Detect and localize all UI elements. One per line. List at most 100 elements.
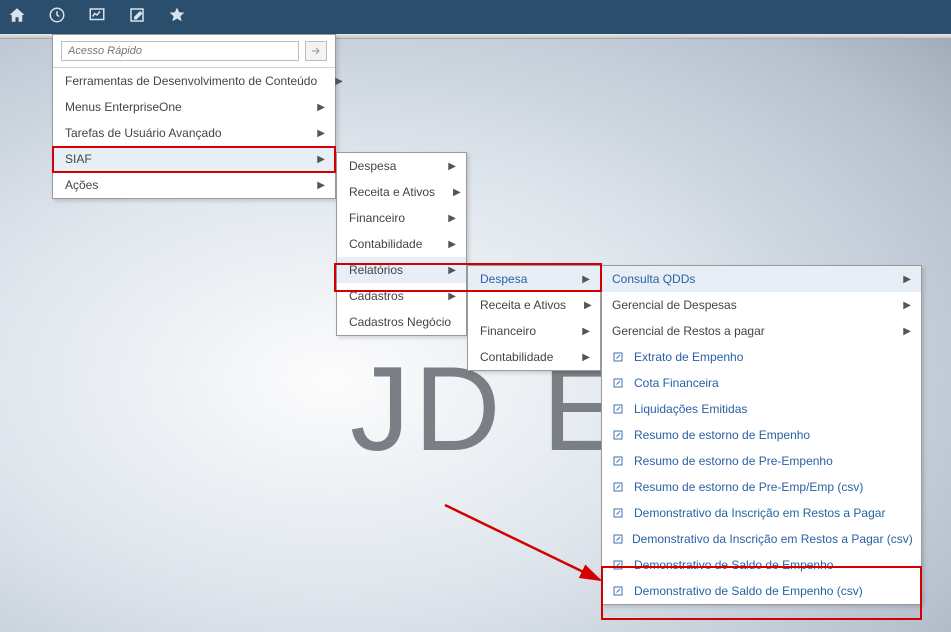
menu4-item-demo-inscricao-restos-csv[interactable]: Demonstrativo da Inscrição em Restos a P…: [602, 526, 921, 552]
menu-item-label: Gerencial de Despesas: [612, 298, 885, 312]
menu3-item-despesa[interactable]: Despesa ▶: [468, 266, 600, 292]
menu-item-label: Contabilidade: [480, 350, 564, 364]
menu-item-label: Financeiro: [349, 211, 430, 225]
menu4-item-liquidacoes[interactable]: Liquidações Emitidas: [602, 396, 921, 422]
quick-access-row: [53, 35, 335, 68]
menu4-item-gerencial-despesas[interactable]: Gerencial de Despesas ▶: [602, 292, 921, 318]
menu-item-label: Cota Financeira: [634, 376, 911, 390]
top-toolbar: [0, 0, 951, 34]
report-icon: [612, 481, 626, 493]
chevron-right-icon: ▶: [582, 274, 590, 285]
report-icon: [612, 377, 626, 389]
menu2-item-despesa[interactable]: Despesa ▶: [337, 153, 466, 179]
report-icon: [612, 533, 624, 545]
menu4-item-consulta-qdds[interactable]: Consulta QDDs ▶: [602, 266, 921, 292]
menu-level-2: Despesa ▶ Receita e Ativos ▶ Financeiro …: [336, 152, 467, 336]
menu-item-label: Receita e Ativos: [480, 298, 566, 312]
menu-item-label: Demonstrativo de Saldo de Empenho (csv): [634, 584, 911, 598]
quick-access-go-button[interactable]: [305, 41, 327, 61]
menu3-item-receita[interactable]: Receita e Ativos ▶: [468, 292, 600, 318]
red-arrow-annotation: [440, 500, 620, 600]
menu4-item-gerencial-restos[interactable]: Gerencial de Restos a pagar ▶: [602, 318, 921, 344]
chevron-right-icon: ▶: [903, 300, 911, 311]
star-icon[interactable]: [168, 6, 186, 29]
chevron-right-icon: ▶: [448, 161, 456, 172]
menu1-item-acoes[interactable]: Ações ▶: [53, 172, 335, 198]
chevron-right-icon: ▶: [317, 102, 325, 113]
report-icon: [612, 455, 626, 467]
menu-item-label: Ações: [65, 178, 299, 192]
menu-item-label: Resumo de estorno de Empenho: [634, 428, 911, 442]
menu2-item-cadastros-negocio[interactable]: Cadastros Negócio ▶: [337, 309, 466, 335]
menu1-item-menus-eone[interactable]: Menus EnterpriseOne ▶: [53, 94, 335, 120]
chevron-right-icon: ▶: [582, 352, 590, 363]
report-icon: [612, 429, 626, 441]
menu-item-label: Demonstrativo de Saldo de Empenho: [634, 558, 911, 572]
menu-item-label: Demonstrativo da Inscrição em Restos a P…: [632, 532, 913, 546]
menu4-item-demo-saldo-empenho-csv[interactable]: Demonstrativo de Saldo de Empenho (csv): [602, 578, 921, 604]
menu-item-label: Receita e Ativos: [349, 185, 435, 199]
menu-level-1: Ferramentas de Desenvolvimento de Conteú…: [52, 34, 336, 199]
clock-icon[interactable]: [48, 6, 66, 29]
menu3-item-financeiro[interactable]: Financeiro ▶: [468, 318, 600, 344]
menu-item-label: Extrato de Empenho: [634, 350, 911, 364]
menu-item-label: Tarefas de Usuário Avançado: [65, 126, 299, 140]
menu-item-label: Gerencial de Restos a pagar: [612, 324, 885, 338]
menu-item-label: Despesa: [349, 159, 430, 173]
report-icon: [612, 585, 626, 597]
menu4-item-demo-saldo-empenho[interactable]: Demonstrativo de Saldo de Empenho: [602, 552, 921, 578]
edit-icon[interactable]: [128, 6, 146, 29]
chevron-right-icon: ▶: [448, 265, 456, 276]
menu-item-label: Cadastros: [349, 289, 430, 303]
menu-item-label: SIAF: [65, 152, 299, 166]
menu-item-label: Demonstrativo da Inscrição em Restos a P…: [634, 506, 911, 520]
chevron-right-icon: ▶: [448, 213, 456, 224]
report-icon: [612, 559, 626, 571]
chevron-right-icon: ▶: [317, 180, 325, 191]
chevron-right-icon: ▶: [903, 326, 911, 337]
menu4-item-resumo-estorno-empenho[interactable]: Resumo de estorno de Empenho: [602, 422, 921, 448]
menu2-item-relatorios[interactable]: Relatórios ▶: [337, 257, 466, 283]
menu-item-label: Liquidações Emitidas: [634, 402, 911, 416]
quick-access-input[interactable]: [61, 41, 299, 61]
menu3-item-contabilidade[interactable]: Contabilidade ▶: [468, 344, 600, 370]
menu4-item-demo-inscricao-restos[interactable]: Demonstrativo da Inscrição em Restos a P…: [602, 500, 921, 526]
menu2-item-cadastros[interactable]: Cadastros ▶: [337, 283, 466, 309]
menu-level-3: Despesa ▶ Receita e Ativos ▶ Financeiro …: [467, 265, 601, 371]
chevron-right-icon: ▶: [317, 128, 325, 139]
menu-item-label: Resumo de estorno de Pre-Emp/Emp (csv): [634, 480, 911, 494]
menu-item-label: Consulta QDDs: [612, 272, 885, 286]
menu-item-label: Relatórios: [349, 263, 430, 277]
chevron-right-icon: ▶: [448, 239, 456, 250]
chevron-right-icon: ▶: [584, 300, 592, 311]
chevron-right-icon: ▶: [335, 76, 343, 87]
chevron-right-icon: ▶: [317, 154, 325, 165]
menu4-item-extrato-empenho[interactable]: Extrato de Empenho: [602, 344, 921, 370]
report-icon: [612, 351, 626, 363]
menu-level-4: Consulta QDDs ▶ Gerencial de Despesas ▶ …: [601, 265, 922, 605]
menu-item-label: Menus EnterpriseOne: [65, 100, 299, 114]
menu-item-label: Cadastros Negócio: [349, 315, 451, 329]
menu-item-label: Ferramentas de Desenvolvimento de Conteú…: [65, 74, 317, 88]
menu1-item-ferramentas[interactable]: Ferramentas de Desenvolvimento de Conteú…: [53, 68, 335, 94]
report-icon: [612, 403, 626, 415]
chart-icon[interactable]: [88, 6, 106, 29]
chevron-right-icon: ▶: [582, 326, 590, 337]
home-icon[interactable]: [8, 6, 26, 29]
menu1-item-siaf[interactable]: SIAF ▶: [53, 146, 335, 172]
menu2-item-receita[interactable]: Receita e Ativos ▶: [337, 179, 466, 205]
chevron-right-icon: ▶: [903, 274, 911, 285]
menu4-item-resumo-estorno-csv[interactable]: Resumo de estorno de Pre-Emp/Emp (csv): [602, 474, 921, 500]
menu4-item-resumo-estorno-pre-empenho[interactable]: Resumo de estorno de Pre-Empenho: [602, 448, 921, 474]
report-icon: [612, 507, 626, 519]
menu2-item-contabilidade[interactable]: Contabilidade ▶: [337, 231, 466, 257]
menu1-item-tarefas[interactable]: Tarefas de Usuário Avançado ▶: [53, 120, 335, 146]
menu-item-label: Financeiro: [480, 324, 564, 338]
menu4-item-cota-financeira[interactable]: Cota Financeira: [602, 370, 921, 396]
menu-item-label: Contabilidade: [349, 237, 430, 251]
menu-item-label: Resumo de estorno de Pre-Empenho: [634, 454, 911, 468]
menu-item-label: Despesa: [480, 272, 564, 286]
chevron-right-icon: ▶: [448, 291, 456, 302]
chevron-right-icon: ▶: [453, 187, 461, 198]
menu2-item-financeiro[interactable]: Financeiro ▶: [337, 205, 466, 231]
